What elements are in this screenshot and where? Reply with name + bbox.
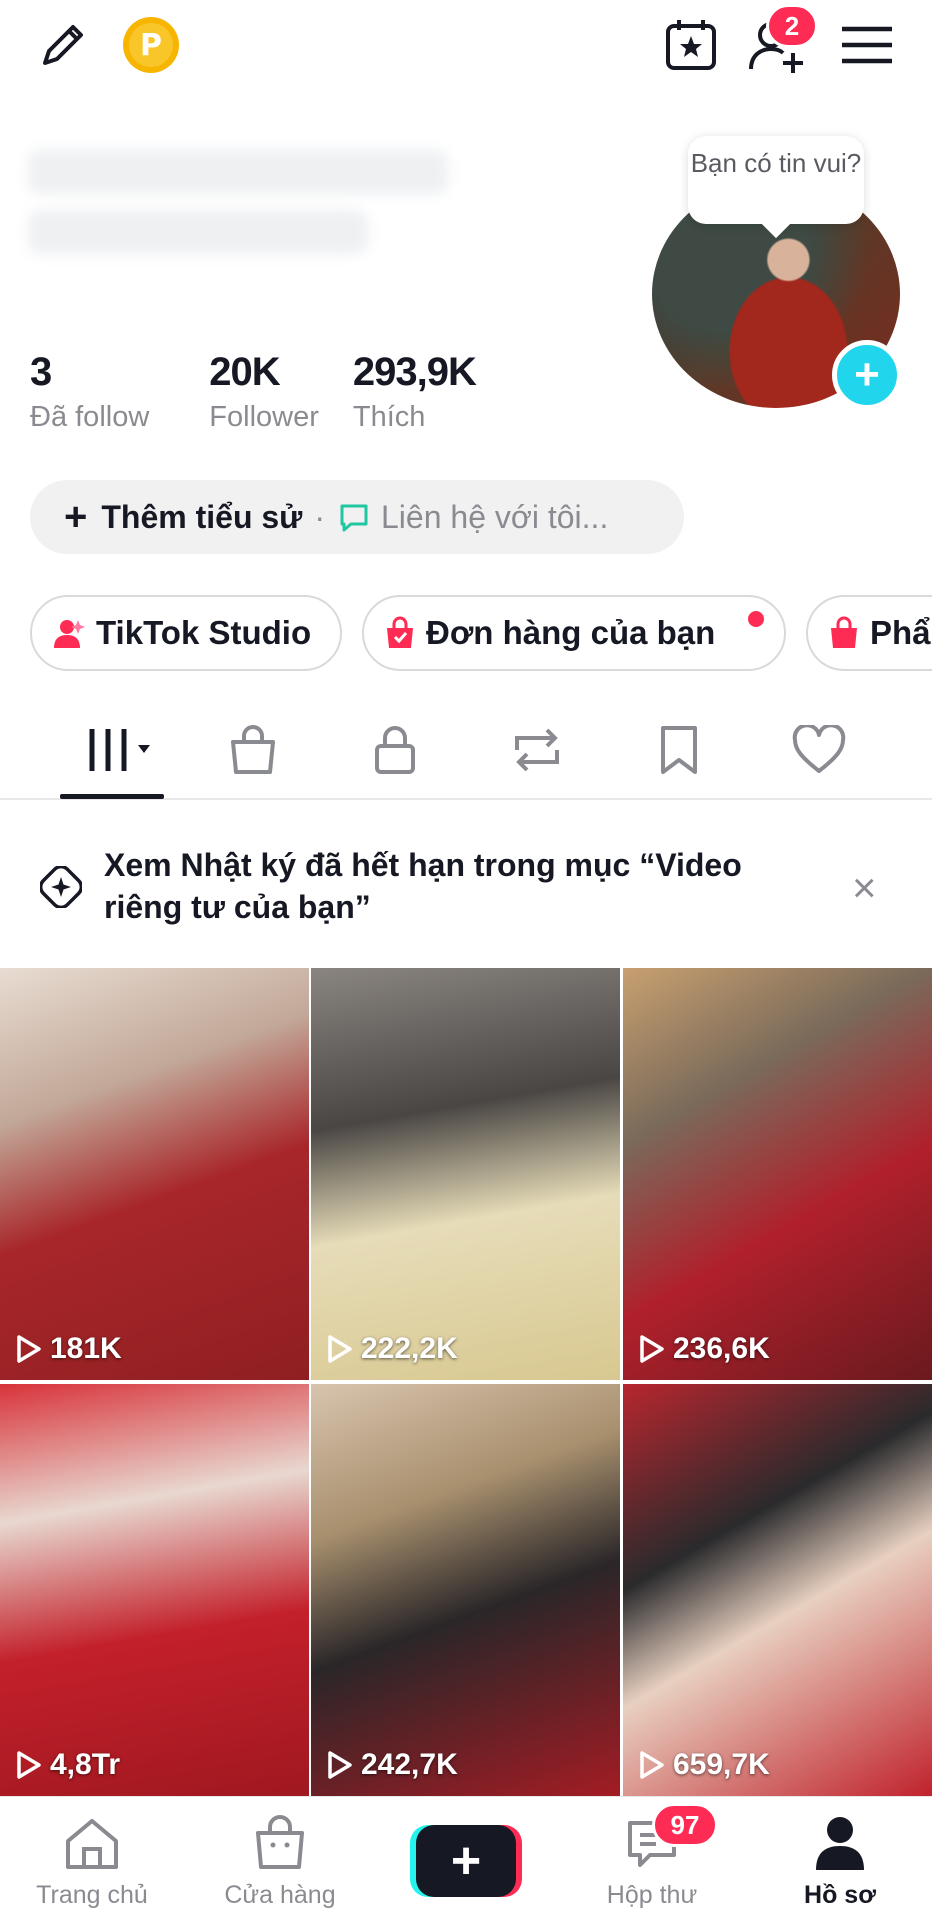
tab-saved[interactable] [644, 720, 714, 780]
chip-label: TikTok Studio [96, 614, 312, 651]
nav-home[interactable]: Trang chủ [12, 1813, 172, 1910]
bio-separator: · [314, 498, 325, 535]
play-icon [17, 1751, 41, 1779]
video-grid: 181K 222,2K 236,6K 4,8Tr 242,7K 659,7K [0, 968, 932, 1796]
bio-pill[interactable]: + Thêm tiểu sử · Liên hệ với tôi... [30, 480, 684, 554]
profile-person-icon [816, 1817, 864, 1870]
notification-dot [748, 611, 764, 627]
contact-label: Liên hệ với tôi... [381, 498, 609, 535]
stat-value: 3 [30, 350, 52, 394]
play-icon [17, 1335, 41, 1363]
tab-videos-grid[interactable] [80, 720, 164, 780]
grid-dropdown-icon [89, 729, 150, 771]
avatar-tooltip-bubble[interactable]: Bạn có tin vui? [688, 136, 864, 224]
friend-request-badge: 2 [766, 4, 818, 48]
play-icon [328, 1751, 352, 1779]
coin-icon[interactable]: P [120, 14, 182, 76]
video-thumbnail[interactable]: 236,6K [623, 968, 932, 1380]
sparkle-badge-icon [40, 866, 82, 908]
notice-text: Xem Nhật ký đã hết hạn trong mục “Video … [104, 847, 742, 925]
nav-label: Cửa hàng [224, 1881, 336, 1909]
stat-likes[interactable]: 293,9K Thích [352, 350, 477, 434]
heart-icon [792, 725, 846, 773]
chip-tiktok-studio[interactable]: TikTok Studio [30, 595, 342, 671]
shopping-bag-icon [231, 725, 275, 774]
video-thumbnail[interactable]: 4,8Tr [0, 1384, 309, 1796]
video-thumbnail[interactable]: 181K [0, 968, 309, 1380]
video-thumbnail[interactable]: 242,7K [311, 1384, 620, 1796]
view-count: 236,6K [639, 1332, 770, 1366]
home-icon [66, 1819, 118, 1869]
view-count: 222,2K [327, 1332, 458, 1366]
chip-products[interactable]: Phẩ [806, 595, 932, 671]
tab-reposts[interactable] [502, 720, 572, 780]
play-icon [640, 1335, 664, 1363]
bookmark-icon [661, 726, 697, 774]
close-icon[interactable]: × [852, 864, 877, 912]
nav-label: Hộp thư [606, 1881, 698, 1909]
shortcut-chips: TikTok Studio Đơn hàng của bạn Phẩ [30, 595, 932, 671]
contact-link[interactable]: Liên hệ với tôi... [337, 499, 608, 536]
stat-followers[interactable]: 20K Follower [209, 350, 319, 434]
stat-following[interactable]: 3 Đã follow [30, 350, 149, 434]
chat-bubble-icon [340, 504, 368, 532]
stat-label: Đã follow [30, 401, 150, 433]
repost-icon [515, 728, 559, 772]
chip-label: Đơn hàng của bạn [426, 614, 716, 651]
add-bio-label[interactable]: Thêm tiểu sử [101, 499, 302, 536]
play-icon [640, 1751, 664, 1779]
add-story-icon[interactable]: + [832, 340, 902, 410]
nav-label: Hồ sơ [804, 1881, 876, 1909]
nav-profile[interactable]: Hồ sơ [760, 1813, 920, 1910]
studio-person-icon [54, 620, 85, 648]
video-thumbnail[interactable]: 659,7K [623, 1384, 932, 1796]
top-bar: P 2 [0, 0, 932, 90]
chip-orders[interactable]: Đơn hàng của bạn [362, 595, 786, 671]
stat-value: 293,9K [352, 350, 477, 394]
nav-shop[interactable]: Cửa hàng [200, 1813, 360, 1910]
chip-label: Phẩ [870, 614, 931, 651]
nav-label: Trang chủ [36, 1881, 148, 1909]
menu-icon[interactable] [836, 14, 898, 76]
view-count: 181K [16, 1332, 122, 1366]
stat-value: 20K [209, 350, 280, 394]
view-count: 242,7K [327, 1748, 458, 1782]
view-count: 4,8Tr [16, 1748, 120, 1782]
tab-liked[interactable] [784, 720, 854, 780]
profile-stats: 3 Đã follow 20K Follower 293,9K Thích [30, 350, 510, 434]
tab-shop[interactable] [218, 720, 288, 780]
inbox-badge: 97 [652, 1803, 718, 1847]
video-thumbnail[interactable]: 222,2K [311, 968, 620, 1380]
plus-icon: + [64, 495, 88, 539]
stat-label: Follower [209, 401, 319, 433]
plus-icon: + [416, 1825, 516, 1897]
shopping-bag-icon [256, 1815, 304, 1869]
lock-icon [375, 726, 415, 774]
shopping-bag-icon [387, 616, 413, 648]
create-button[interactable]: + [410, 1825, 522, 1897]
active-tab-indicator [60, 794, 164, 799]
calendar-star-icon[interactable] [660, 14, 722, 76]
expired-diary-notice[interactable]: Xem Nhật ký đã hết hạn trong mục “Video … [0, 820, 932, 950]
profile-tabs [0, 700, 932, 800]
stat-label: Thích [352, 401, 426, 433]
bottom-navigation: Trang chủ Cửa hàng + Hộp thư 97 Hồ sơ [0, 1796, 932, 1920]
view-count: 659,7K [639, 1748, 770, 1782]
tab-private[interactable] [360, 720, 430, 780]
profile-name-blurred [28, 150, 468, 260]
shopping-bag-icon [831, 616, 857, 648]
play-icon [328, 1335, 352, 1363]
edit-pencil-icon[interactable] [32, 14, 94, 76]
